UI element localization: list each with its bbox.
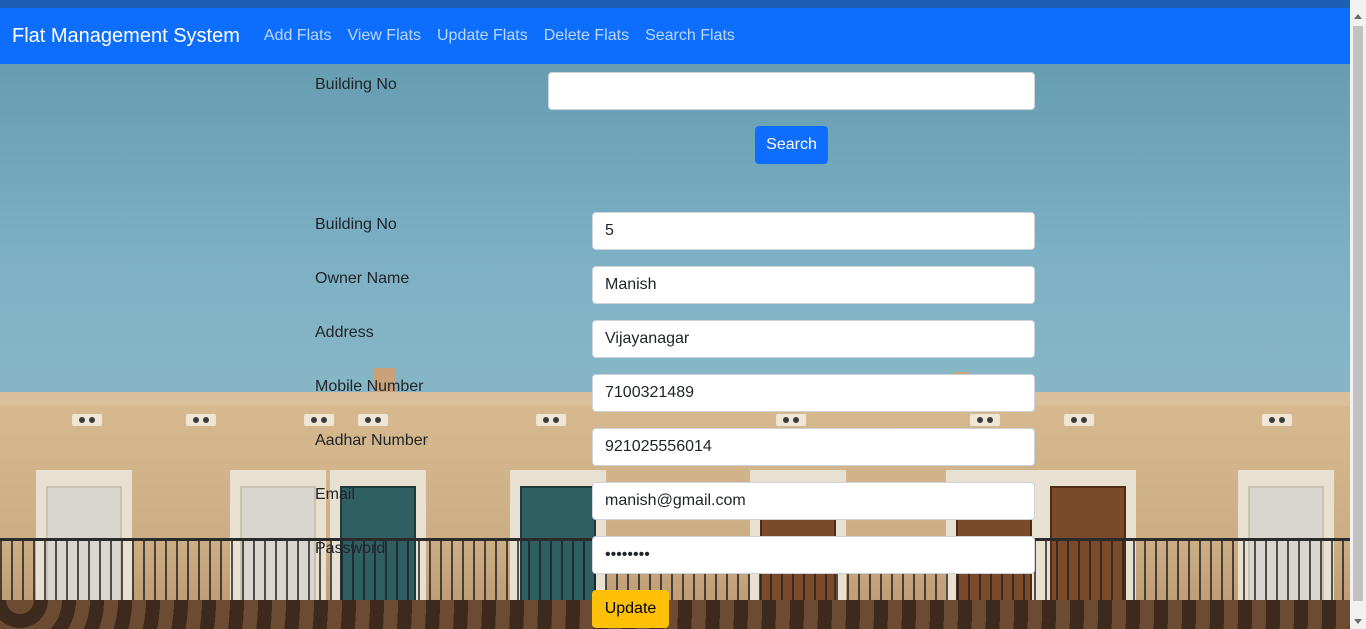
owner-name-input[interactable] bbox=[592, 266, 1035, 304]
aadhar-number-label: Aadhar Number bbox=[315, 432, 428, 449]
search-building-no-label: Building No bbox=[315, 76, 397, 93]
awning bbox=[0, 600, 1350, 629]
vent bbox=[358, 414, 388, 426]
vent bbox=[1064, 414, 1094, 426]
update-button[interactable]: Update bbox=[592, 590, 669, 628]
mobile-number-input[interactable] bbox=[592, 374, 1035, 412]
address-input[interactable] bbox=[592, 320, 1035, 358]
nav-update-flats[interactable]: Update Flats bbox=[437, 27, 528, 45]
aadhar-number-input[interactable] bbox=[592, 428, 1035, 466]
vent bbox=[304, 414, 334, 426]
building-no-input[interactable] bbox=[592, 212, 1035, 250]
email-label: Email bbox=[315, 486, 356, 503]
nav-delete-flats[interactable]: Delete Flats bbox=[544, 27, 629, 45]
vertical-scrollbar[interactable] bbox=[1350, 0, 1366, 629]
scroll-down-arrow-icon[interactable] bbox=[1350, 613, 1366, 629]
password-input[interactable] bbox=[592, 536, 1035, 574]
navbar: Flat Management System Add Flats View Fl… bbox=[0, 8, 1350, 64]
vent bbox=[1262, 414, 1292, 426]
scrollbar-thumb[interactable] bbox=[1353, 26, 1363, 601]
vent bbox=[970, 414, 1000, 426]
browser-top-strip bbox=[0, 0, 1350, 8]
vent bbox=[186, 414, 216, 426]
address-label: Address bbox=[315, 324, 374, 341]
nav-search-flats[interactable]: Search Flats bbox=[645, 27, 735, 45]
email-input[interactable] bbox=[592, 482, 1035, 520]
nav-add-flats[interactable]: Add Flats bbox=[264, 27, 332, 45]
search-button[interactable]: Search bbox=[755, 126, 828, 164]
brand-title[interactable]: Flat Management System bbox=[12, 25, 240, 48]
search-building-no-input[interactable] bbox=[548, 72, 1035, 110]
nav-view-flats[interactable]: View Flats bbox=[347, 27, 421, 45]
vent bbox=[776, 414, 806, 426]
vent bbox=[72, 414, 102, 426]
mobile-number-label: Mobile Number bbox=[315, 378, 424, 395]
vent bbox=[536, 414, 566, 426]
owner-name-label: Owner Name bbox=[315, 270, 410, 287]
password-label: Password bbox=[315, 540, 386, 557]
scroll-up-arrow-icon[interactable] bbox=[1350, 8, 1366, 24]
building-no-label: Building No bbox=[315, 216, 397, 233]
